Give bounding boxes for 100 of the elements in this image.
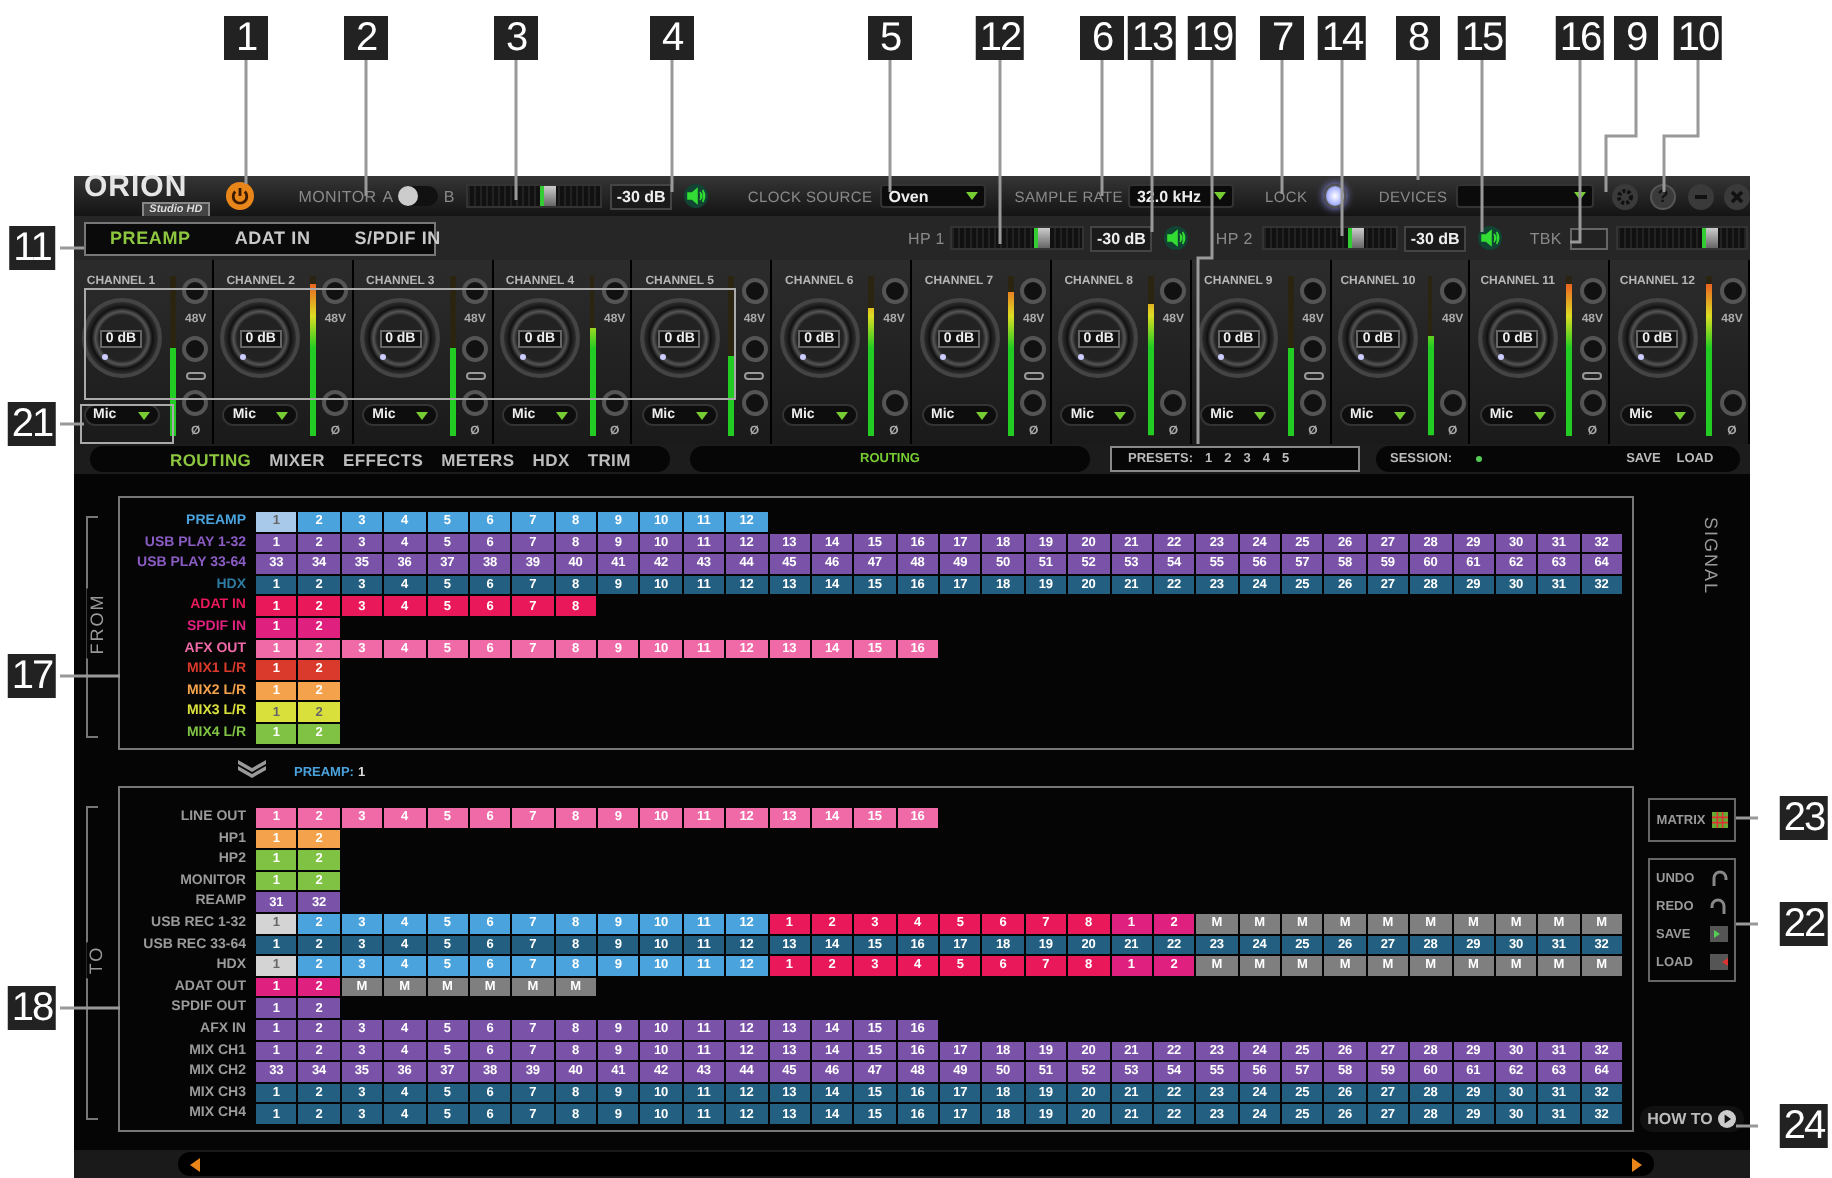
input-tab[interactable]: ADAT IN — [234, 228, 311, 248]
leader-line — [1736, 1124, 1758, 1128]
monitor-b-label: B — [443, 187, 455, 205]
volume-slider[interactable] — [1262, 226, 1399, 250]
power-icon[interactable] — [226, 182, 255, 210]
round-toggle[interactable] — [462, 336, 488, 362]
leader-line — [1736, 816, 1758, 820]
round-toggle[interactable] — [1439, 390, 1466, 416]
slider-thumb[interactable] — [1348, 228, 1365, 248]
caret-icon — [1574, 192, 1586, 200]
round-toggle[interactable] — [741, 336, 768, 362]
round-toggle[interactable] — [741, 390, 768, 416]
leader-line — [514, 60, 518, 200]
round-toggle[interactable] — [881, 278, 907, 304]
section-label: TO — [86, 940, 106, 978]
leader-line — [60, 1006, 120, 1010]
devices-dropdown[interactable] — [1455, 184, 1594, 208]
round-toggle[interactable] — [182, 336, 209, 362]
how-to-button[interactable]: HOW TO — [1639, 1106, 1745, 1132]
caret-icon — [975, 411, 987, 419]
slider-thumb[interactable] — [1034, 228, 1051, 248]
caret-icon — [966, 192, 979, 200]
logo-text: ORION — [84, 174, 190, 202]
round-toggle[interactable] — [1300, 390, 1326, 416]
round-toggle[interactable] — [1579, 390, 1606, 416]
monitor-switch[interactable] — [397, 186, 438, 206]
callout-number: 11 — [9, 226, 55, 270]
round-toggle[interactable] — [1160, 390, 1187, 416]
round-toggle[interactable] — [1439, 278, 1466, 304]
round-toggle[interactable] — [1719, 278, 1745, 304]
scroll-right-icon[interactable] — [1632, 1157, 1642, 1171]
section-label: SIGNAL — [1700, 513, 1720, 599]
round-toggle[interactable] — [601, 390, 628, 416]
settings-icon[interactable] — [1612, 183, 1638, 209]
callout-number: 2 — [344, 16, 388, 60]
callout-number: 21 — [7, 402, 57, 446]
round-toggle[interactable] — [1719, 390, 1745, 416]
nav-tab[interactable]: EFFECTS — [343, 449, 424, 469]
slider-thumb[interactable] — [540, 186, 557, 206]
round-toggle[interactable] — [1300, 336, 1326, 362]
undo-icon — [1710, 870, 1728, 886]
callout-number: 1 — [224, 16, 268, 60]
caret-icon — [1213, 192, 1226, 200]
callout-number: 13 — [1127, 16, 1177, 60]
speaker-icon[interactable] — [1477, 226, 1502, 250]
caret-icon — [137, 411, 149, 419]
callout-frame — [80, 404, 174, 444]
speaker-icon[interactable] — [683, 184, 708, 208]
volume-slider[interactable] — [1615, 226, 1748, 250]
leader-line — [60, 246, 84, 250]
volume-slider[interactable] — [466, 184, 603, 208]
round-toggle[interactable] — [462, 390, 488, 416]
caret-icon — [416, 411, 429, 419]
volume-reading: -30 dB — [1404, 225, 1466, 251]
round-toggle[interactable] — [1579, 336, 1606, 362]
chevron-down-icon — [238, 759, 266, 777]
caret-icon — [695, 411, 708, 419]
minimize-icon[interactable] — [1688, 183, 1714, 209]
slider-thumb[interactable] — [1701, 228, 1718, 248]
callout-number: 22 — [1779, 902, 1829, 946]
nav-tab[interactable]: TRIM — [587, 449, 631, 469]
clock-source-dropdown[interactable]: Oven — [880, 184, 987, 208]
round-toggle[interactable] — [741, 278, 768, 304]
nav-tab[interactable]: HDX — [532, 449, 570, 469]
round-toggle[interactable] — [182, 278, 209, 304]
leader-line — [1100, 60, 1104, 196]
monitor-label: MONITOR — [298, 187, 377, 205]
leader-line — [244, 60, 248, 184]
nav-tab[interactable]: MIXER — [269, 449, 326, 469]
round-toggle[interactable] — [1160, 278, 1187, 304]
round-toggle[interactable] — [1020, 390, 1047, 416]
input-tab[interactable]: PREAMP — [110, 228, 191, 248]
nav-tab[interactable]: METERS — [441, 449, 515, 469]
round-toggle[interactable] — [1020, 336, 1047, 362]
callout-number: 6 — [1080, 16, 1124, 60]
leader-line — [60, 674, 120, 678]
callout-number: 16 — [1555, 16, 1605, 60]
round-toggle[interactable] — [322, 390, 349, 416]
caret-icon — [1114, 411, 1127, 419]
monitor-a-label: A — [382, 187, 394, 205]
volume-reading: -30 dB — [610, 183, 672, 209]
callout-number: 18 — [7, 986, 57, 1030]
nav-tab[interactable]: ROUTING — [170, 449, 252, 469]
callout-number: 4 — [650, 16, 694, 60]
speaker-icon[interactable] — [1163, 226, 1188, 250]
round-toggle[interactable] — [601, 278, 628, 304]
close-icon[interactable] — [1724, 183, 1750, 209]
leader-line — [364, 60, 368, 196]
round-toggle[interactable] — [322, 278, 349, 304]
scrollbar[interactable] — [178, 1152, 1654, 1176]
round-toggle[interactable] — [881, 390, 907, 416]
round-toggle[interactable] — [1020, 278, 1047, 304]
round-toggle[interactable] — [1300, 278, 1326, 304]
callout-number: 10 — [1673, 16, 1723, 60]
round-toggle[interactable] — [182, 390, 209, 416]
callout-number: 23 — [1779, 796, 1829, 840]
round-toggle[interactable] — [462, 278, 488, 304]
round-toggle[interactable] — [1579, 278, 1606, 304]
scroll-left-icon[interactable] — [190, 1157, 200, 1171]
volume-slider[interactable] — [950, 226, 1085, 250]
